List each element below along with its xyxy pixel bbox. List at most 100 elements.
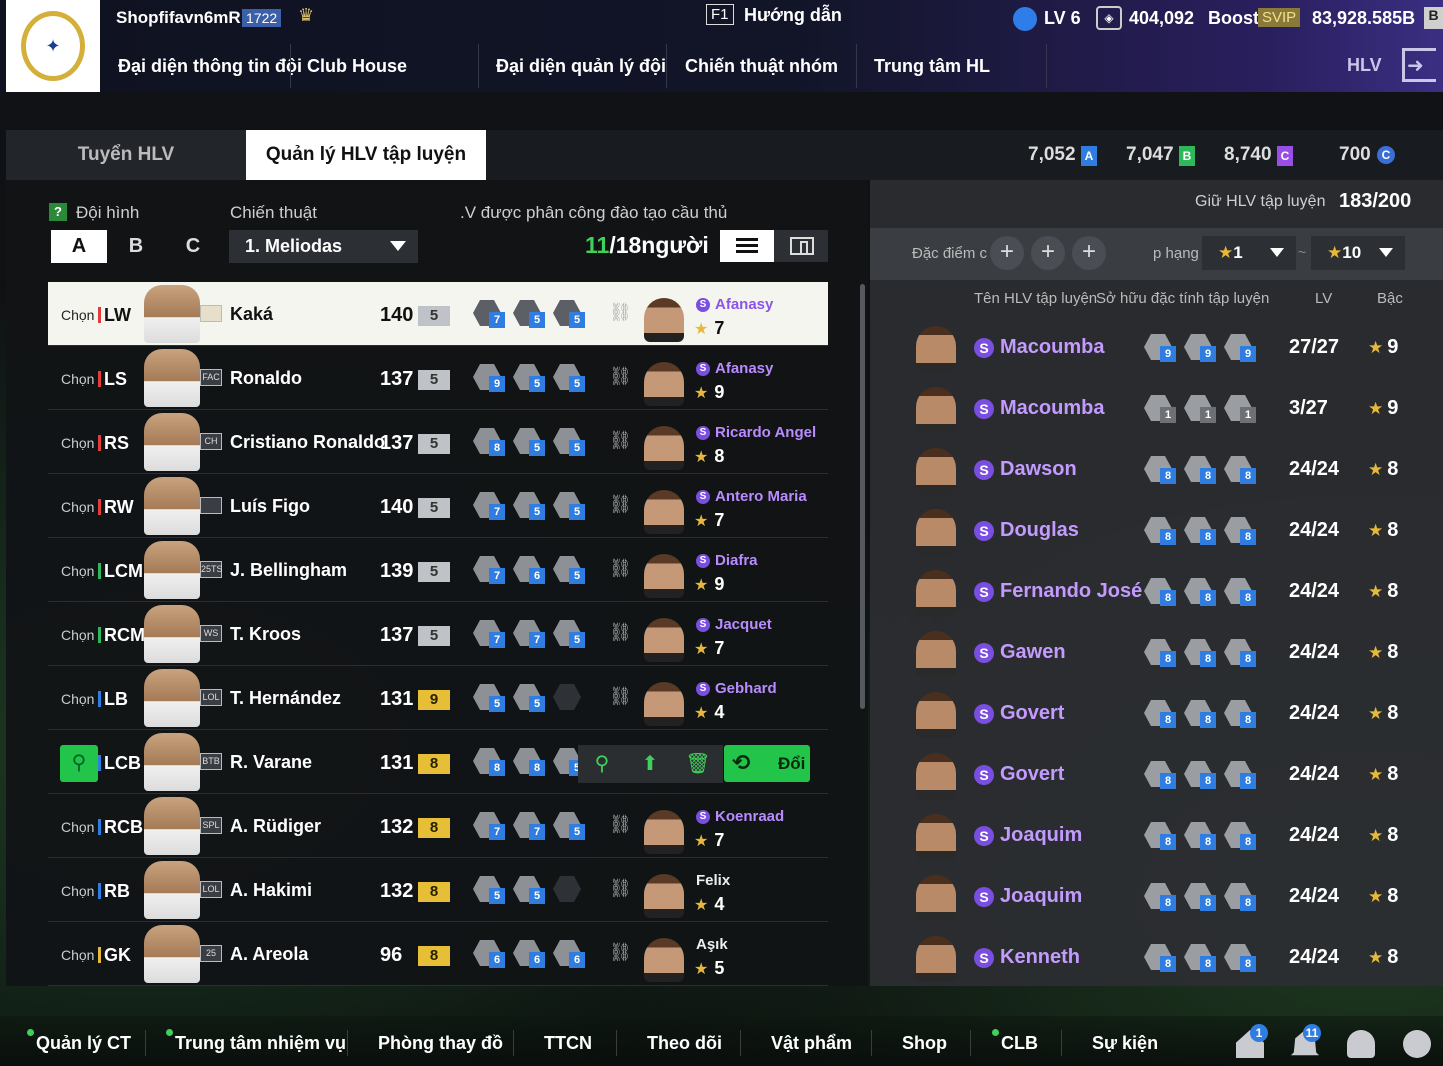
bottom-nav-items[interactable]: Vật phẩm [771, 1033, 852, 1054]
rank-min-select[interactable]: ★1 [1202, 236, 1296, 270]
coach-name: Aşık [696, 936, 728, 953]
nav-team-manager[interactable]: Đại diện quản lý đội [496, 40, 666, 92]
squad-b-button[interactable]: B [108, 230, 164, 263]
nav-training-center[interactable]: Trung tâm HL [874, 40, 990, 92]
nav-team-tactics[interactable]: Chiến thuật nhóm [685, 40, 838, 92]
select-label[interactable]: Chọn [61, 371, 94, 387]
select-label[interactable]: Chọn [61, 947, 94, 963]
special-coach-icon: S [696, 298, 710, 312]
bottom-nav-locker-room[interactable]: Phòng thay đồ [378, 1033, 503, 1054]
player-row[interactable]: Chọn LCM 25TS J. Bellingham 139 5 765 ⛓ … [48, 538, 828, 602]
upgrade-icon[interactable]: ⬆ [626, 745, 674, 783]
search-button[interactable]: ⚲ [60, 745, 98, 782]
bottom-nav-manage[interactable]: Quản lý CT [36, 1033, 131, 1054]
coach-row[interactable]: S Douglas 888 24/24 ★ 8 [870, 499, 1443, 560]
select-label[interactable]: Chọn [61, 435, 94, 451]
trait-icon: 5 [553, 810, 587, 842]
add-trait-filter-1[interactable]: + [990, 236, 1024, 270]
coach-row[interactable]: S Gawen 888 24/24 ★ 8 [870, 621, 1443, 682]
add-trait-filter-2[interactable]: + [1031, 236, 1065, 270]
player-ovr: 96 [380, 944, 403, 966]
tab-recruit-coach[interactable]: Tuyển HLV [6, 130, 246, 180]
bottom-nav-follow[interactable]: Theo dõi [647, 1033, 722, 1054]
player-name: T. Kroos [230, 624, 302, 644]
select-label[interactable]: Chọn [61, 499, 94, 515]
coach-row[interactable]: S Govert 888 24/24 ★ 8 [870, 743, 1443, 804]
select-label[interactable]: Chọn [61, 627, 94, 643]
bottom-nav-shop[interactable]: Shop [902, 1033, 947, 1054]
upgrade-grade: 8 [418, 946, 450, 966]
trash-icon[interactable]: 🗑 [674, 745, 722, 783]
swap-button[interactable]: ⟲ Đổi [724, 745, 810, 782]
profile-icon[interactable] [1347, 1030, 1375, 1058]
coach-avatar [644, 810, 684, 854]
settings-icon[interactable] [1403, 1030, 1431, 1058]
bottom-nav-ttcn[interactable]: TTCN [544, 1033, 592, 1054]
coach-stars: ★ 7 [694, 638, 725, 658]
select-label[interactable]: Chọn [61, 563, 94, 579]
player-row[interactable]: Chọn RCB SPL A. Rüdiger 132 8 775 ⛓ S Ko… [48, 794, 828, 858]
player-row[interactable]: Chọn RCM WS T. Kroos 137 5 775 ⛓ S Jacqu… [48, 602, 828, 666]
pitch-view-button[interactable] [774, 230, 828, 262]
nav-team-info[interactable]: Đại diện thông tin đội [118, 40, 302, 92]
trait-list: 999 [1144, 332, 1274, 366]
coach-level: 24/24 [1289, 885, 1340, 907]
coach-row[interactable]: S Dawson 888 24/24 ★ 8 [870, 438, 1443, 499]
bottom-nav-missions[interactable]: Trung tâm nhiệm vụ [175, 1033, 346, 1054]
add-trait-filter-3[interactable]: + [1072, 236, 1106, 270]
squad-c-button[interactable]: C [165, 230, 221, 263]
squad-a-button[interactable]: A [51, 230, 107, 263]
coach-stars: ★ 7 [694, 318, 725, 338]
select-label[interactable]: Chọn [61, 307, 94, 323]
nav-divider [290, 44, 291, 88]
coach-avatar [644, 938, 684, 982]
exit-icon[interactable] [1402, 48, 1436, 82]
coach-row[interactable]: S Kenneth 888 24/24 ★ 8 [870, 926, 1443, 987]
f1-key-icon[interactable]: F1 [706, 4, 734, 25]
player-row[interactable]: Chọn RB LOL A. Hakimi 132 8 55 ⛓ Felix ★… [48, 858, 828, 922]
search-icon[interactable]: ⚲ [578, 745, 626, 783]
select-label[interactable]: Chọn [61, 691, 94, 707]
bottom-nav-club[interactable]: CLB [1001, 1033, 1038, 1054]
trait-icon: 5 [513, 682, 547, 714]
coach-avatar [916, 875, 956, 921]
coach-level: 24/24 [1289, 946, 1340, 968]
coin-icon: ◈ [1096, 6, 1122, 30]
coach-row[interactable]: S Joaquim 888 24/24 ★ 8 [870, 865, 1443, 926]
coach-row[interactable]: S Macoumba 111 3/27 ★ 9 [870, 377, 1443, 438]
help-icon[interactable]: ? [49, 203, 67, 221]
club-crest[interactable]: ✦ [6, 0, 100, 92]
trait-icon: 7 [473, 298, 507, 330]
coach-name: Kenneth [1000, 946, 1080, 968]
player-list-scrollbar[interactable] [860, 284, 865, 709]
player-row[interactable]: Chọn RW Luís Figo 140 5 755 ⛓ S Antero M… [48, 474, 828, 538]
coach-rank: ★ 8 [1368, 580, 1399, 602]
select-label[interactable]: Chọn [61, 819, 94, 835]
list-view-button[interactable] [720, 230, 774, 262]
tab-manage-coach[interactable]: Quản lý HLV tập luyện [246, 130, 486, 180]
select-label[interactable]: Chọn [61, 883, 94, 899]
season-icon: 25TS [200, 561, 223, 578]
player-row[interactable]: Chọn LW Kaká 140 5 755 ⛓ S Afanasy ★ 7 [48, 282, 828, 346]
player-row[interactable]: Chọn LS FAC Ronaldo 137 5 955 ⛓ S Afanas… [48, 346, 828, 410]
special-coach-icon: S [696, 682, 710, 696]
coach-row[interactable]: S Macoumba 999 27/27 ★ 9 [870, 316, 1443, 377]
rank-icon[interactable]: ♛ [298, 5, 314, 26]
coach-row[interactable]: S Govert 888 24/24 ★ 8 [870, 682, 1443, 743]
player-row[interactable]: Chọn RS CH Cristiano Ronaldo 137 5 855 ⛓… [48, 410, 828, 474]
nav-divider [145, 1030, 146, 1056]
rank-max-select[interactable]: ★10 [1311, 236, 1405, 270]
coach-avatar [916, 326, 956, 372]
trait-icon: 7 [513, 810, 547, 842]
trait-icon: 8 [1224, 515, 1258, 547]
player-row[interactable]: Chọn GK 25 A. Areola 96 8 666 ⛓ Aşık ★ 5 [48, 922, 828, 986]
player-row[interactable]: Chọn LB LOL T. Hernández 131 9 55 ⛓ S Ge… [48, 666, 828, 730]
tactic-select[interactable]: 1. Meliodas [229, 230, 418, 263]
trait-icon: 8 [1144, 454, 1178, 486]
coach-row[interactable]: S Fernando José 888 24/24 ★ 8 [870, 560, 1443, 621]
nav-club-house[interactable]: Club House [307, 40, 407, 92]
link-icon: ⛓ [609, 558, 632, 578]
coach-row[interactable]: S Joaquim 888 24/24 ★ 8 [870, 804, 1443, 865]
guide-link[interactable]: Hướng dẫn [744, 5, 842, 26]
bottom-nav-events[interactable]: Sự kiện [1092, 1033, 1158, 1054]
